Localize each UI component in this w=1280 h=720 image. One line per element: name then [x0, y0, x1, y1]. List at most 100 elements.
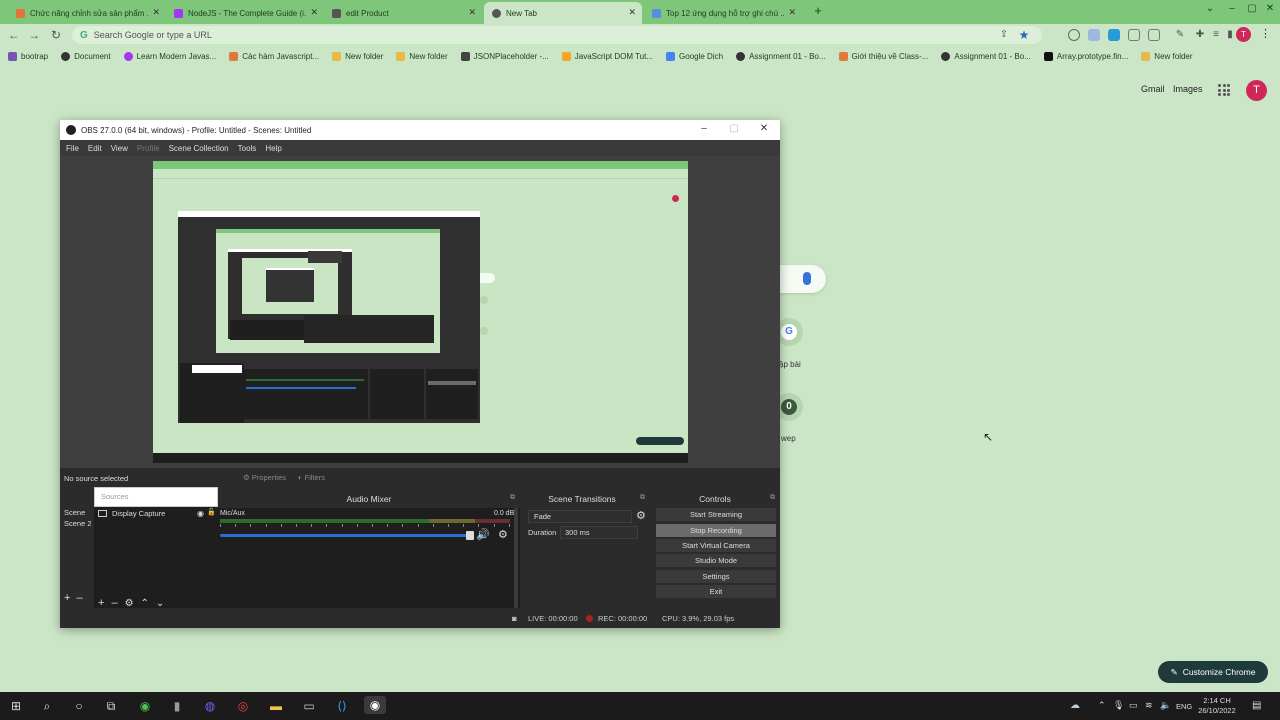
gear-icon[interactable]: ⚙ [125, 598, 134, 609]
share-icon[interactable]: ⇪ [996, 27, 1012, 43]
task-view-icon[interactable]: ⧉ [101, 697, 121, 715]
source-item[interactable]: Display Capture ◉ 🔓 [96, 507, 218, 519]
bookmark-folder[interactable]: New folder [332, 51, 383, 61]
exit-button[interactable]: Exit [656, 585, 776, 598]
file-explorer-icon[interactable]: ▬ [266, 697, 286, 715]
back-icon[interactable]: ← [6, 27, 22, 43]
battery-icon[interactable]: ▭ [1129, 700, 1138, 711]
chevron-down-icon[interactable]: ⌄ [1200, 3, 1220, 14]
lock-icon[interactable]: 🔓 [207, 508, 216, 516]
volume-slider[interactable] [220, 534, 472, 537]
speaker-icon[interactable]: 🔊 [476, 528, 490, 541]
address-bar[interactable]: G Search Google or type a URL [72, 26, 1042, 44]
forward-icon[interactable]: → [26, 27, 42, 43]
menu-help[interactable]: Help [265, 144, 281, 153]
move-up-icon[interactable]: ⌃ [141, 598, 149, 609]
transition-select[interactable]: Fade [528, 510, 632, 523]
dock-float-icon[interactable]: ⧉ [770, 494, 775, 502]
terminal-icon[interactable]: ▭ [299, 697, 319, 715]
bookmark-item[interactable]: Assignment 01 - Bo... [736, 51, 826, 61]
account-avatar[interactable]: T [1246, 80, 1267, 101]
profile-avatar[interactable]: T [1236, 27, 1251, 42]
extension-icon[interactable] [1148, 29, 1160, 41]
wifi-icon[interactable]: ≋ [1145, 700, 1153, 711]
settings-button[interactable]: Settings [656, 570, 776, 583]
dock-float-icon[interactable]: ⧉ [640, 494, 645, 502]
bookmark-item[interactable]: Learn Modern Javas... [123, 51, 216, 61]
pen-icon[interactable]: ✎ [1172, 27, 1188, 43]
bookmark-item[interactable]: JSONPlaceholder -... [460, 51, 549, 61]
properties-button[interactable]: ⚙ Properties [243, 473, 286, 482]
minimize-icon[interactable]: – [1222, 3, 1242, 14]
gear-icon[interactable]: ⚙ [636, 509, 646, 522]
menu-dots-icon[interactable]: ⋮ [1260, 27, 1271, 40]
tab-5[interactable]: Top 12 ứng dụng hỗ trợ ghi chú ... ✕ [644, 2, 802, 24]
vscode-icon[interactable]: ⟨⟩ [332, 697, 352, 715]
cloud-icon[interactable]: ☁ [1070, 700, 1080, 711]
eye-icon[interactable]: ◉ [197, 509, 204, 518]
obs-icon[interactable]: ◉ [364, 696, 386, 714]
chrome-icon[interactable]: ◎ [233, 697, 253, 715]
language-indicator[interactable]: ENG [1176, 702, 1192, 711]
start-virtual-camera-button[interactable]: Start Virtual Camera [656, 539, 776, 552]
start-streaming-button[interactable]: Start Streaming [656, 508, 776, 521]
close-icon[interactable]: ✕ [754, 123, 774, 134]
bookmark-star-icon[interactable]: ★ [1016, 27, 1032, 43]
gear-icon[interactable]: ⚙ [498, 528, 508, 541]
volume-slider-handle[interactable] [466, 531, 474, 540]
close-icon[interactable]: ✕ [1260, 3, 1280, 14]
extension-icon[interactable] [1108, 29, 1120, 41]
bookmark-item[interactable]: Giới thiệu về Class-... [838, 51, 928, 61]
extension-icon[interactable] [1088, 29, 1100, 41]
microphone-icon[interactable] [803, 272, 811, 285]
volume-icon[interactable]: 🔈 [1160, 700, 1171, 711]
minimize-icon[interactable]: – [694, 123, 714, 134]
tab-4[interactable]: New Tab ✕ [484, 2, 642, 24]
bookmark-item[interactable]: Google Dịch [666, 51, 723, 61]
mixer-scrollbar[interactable] [514, 508, 518, 608]
images-link[interactable]: Images [1173, 84, 1203, 94]
cortana-icon[interactable]: ○ [69, 697, 89, 715]
tab-3[interactable]: edit Product ✕ [324, 2, 482, 24]
bookmark-item[interactable]: Document [61, 51, 111, 61]
system-clock[interactable]: 2:14 CH 26/10/2022 [1197, 696, 1237, 716]
apps-grid-icon[interactable] [1218, 84, 1230, 96]
notification-icon[interactable]: ▤ [1252, 700, 1261, 711]
customize-chrome-button[interactable]: ✎ Customize Chrome [1158, 661, 1268, 683]
studio-mode-button[interactable]: Studio Mode [656, 554, 776, 567]
menu-tools[interactable]: Tools [238, 144, 257, 153]
app-usb-icon[interactable]: ▮ [167, 697, 187, 715]
menu-view[interactable]: View [111, 144, 128, 153]
bookmark-item[interactable]: JavaScript DOM Tut... [561, 51, 653, 61]
windows-start-icon[interactable]: ⊞ [6, 697, 26, 715]
bookmark-folder[interactable]: New folder [396, 51, 448, 61]
maximize-icon[interactable]: ▢ [1242, 3, 1262, 14]
remove-scene-icon[interactable]: – [76, 592, 82, 604]
gmail-link[interactable]: Gmail [1141, 84, 1165, 94]
close-icon[interactable]: ✕ [310, 7, 318, 18]
filters-button[interactable]: ◐ Filters [298, 473, 325, 482]
scene-item[interactable]: Scene 2 [64, 519, 92, 528]
scene-item[interactable]: Scene [64, 508, 85, 517]
new-tab-button[interactable]: + [810, 3, 826, 19]
dock-float-icon[interactable]: ⧉ [510, 494, 515, 502]
tab-2[interactable]: NodeJS - The Complete Guide (i... ✕ [166, 2, 324, 24]
menu-scene-collection[interactable]: Scene Collection [169, 144, 229, 153]
mic-icon[interactable]: 🎙 [1113, 700, 1124, 711]
close-icon[interactable]: ✕ [788, 7, 796, 18]
close-icon[interactable]: ✕ [152, 7, 160, 18]
maximize-icon[interactable]: ▢ [724, 123, 744, 134]
obs-preview[interactable] [60, 156, 780, 468]
stop-recording-button[interactable]: Stop Recording [656, 524, 776, 537]
extension-icon[interactable] [1128, 29, 1140, 41]
bookmark-item[interactable]: Các hàm Javascript... [229, 51, 319, 61]
reload-icon[interactable]: ↻ [48, 27, 64, 43]
menu-edit[interactable]: Edit [88, 144, 102, 153]
puzzle-icon[interactable]: ✚ [1192, 27, 1208, 43]
chevron-up-icon[interactable]: ⌃ [1098, 700, 1106, 711]
extension-icon[interactable] [1068, 29, 1080, 41]
bookmark-item[interactable]: Assignment 01 - Bo... [941, 51, 1031, 61]
menu-file[interactable]: File [66, 144, 79, 153]
duration-input[interactable]: 300 ms [560, 526, 638, 539]
search-icon[interactable]: ⌕ [37, 697, 57, 715]
